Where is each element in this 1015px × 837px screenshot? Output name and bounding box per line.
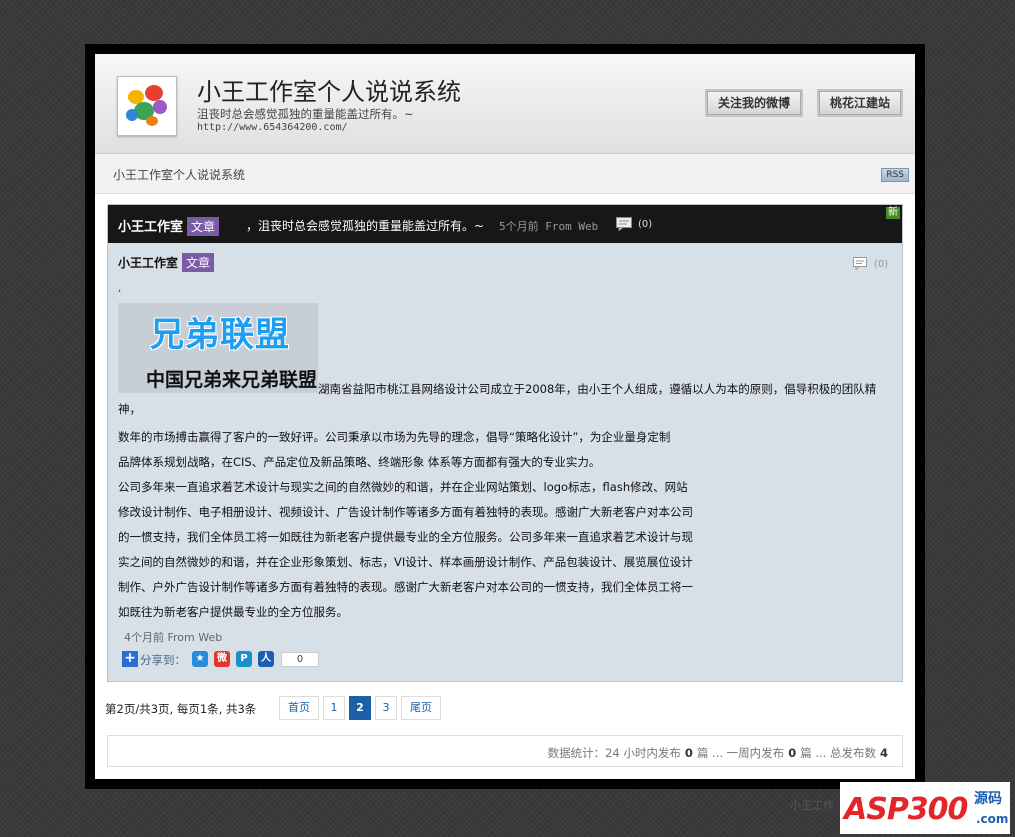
post-tag[interactable]: 文章 <box>187 217 220 236</box>
site-url[interactable]: http://www.654364200.com/ <box>197 122 348 133</box>
post-line: 品牌体系规划战略，在CIS、产品定位及新品策略、终端形象 体系等方面都有强大的专… <box>118 455 601 469</box>
comment-count[interactable]: (0) <box>638 219 652 230</box>
post-line: 如既往为新老客户提供最专业的全方位服务。 <box>118 605 348 619</box>
post-line: 制作、户外广告设计制作等诸多方面有着独特的表现。感谢广大新老客户对本公司的一惯支… <box>118 580 693 594</box>
footer-text: 小王工作 <box>790 799 834 812</box>
body-comment-count[interactable]: (0) <box>874 259 888 270</box>
site-header: 小王工作室个人说说系统 沮丧时总会感觉孤独的重量能盖过所有。~ http://w… <box>95 54 915 154</box>
page-button-2[interactable]: 2 <box>349 696 371 720</box>
body-tag[interactable]: 文章 <box>182 253 215 272</box>
stats-week-count: 0 <box>788 746 797 760</box>
tencent-weibo-icon[interactable]: P <box>236 651 252 667</box>
follow-weibo-button[interactable]: 关注我的微博 <box>707 91 802 115</box>
watermark-main: ASP300 <box>844 792 968 827</box>
last-page-button[interactable]: 尾页 <box>401 696 441 720</box>
page-frame: 小王工作室个人说说系统 沮丧时总会感觉孤独的重量能盖过所有。~ http://w… <box>85 44 925 789</box>
post-author-name[interactable]: 小王工作室 <box>118 220 183 235</box>
stats-total: 4 <box>879 746 888 760</box>
post-meta: 4个月前 From Web <box>124 631 223 644</box>
flower-logo-icon <box>118 77 176 135</box>
post-line: 公司多年来一直追求着艺术设计与现实之间的自然微妙的和谐，并在企业网站策划、log… <box>118 480 688 494</box>
site-description: 沮丧时总会感觉孤独的重量能盖过所有。~ <box>197 107 414 121</box>
body-author-name[interactable]: 小王工作室 <box>118 256 178 270</box>
taohuajiang-site-button[interactable]: 桃花江建站 <box>819 91 902 115</box>
post-line: 数年的市场搏击赢得了客户的一致好评。公司秉承以市场为先导的理念，倡导“策略化设计… <box>118 430 671 444</box>
comment-icon[interactable] <box>616 217 632 231</box>
share-count: 0 <box>281 652 319 667</box>
page-button-3[interactable]: 3 <box>375 696 397 720</box>
post-line: 的一惯支持，我们全体员工将一如既往为新老客户提供最专业的全方位服务。公司多年来一… <box>118 530 693 544</box>
watermark-side: 源码 <box>974 791 1002 807</box>
stats-day-count: 0 <box>684 746 693 760</box>
first-page-button[interactable]: 首页 <box>279 696 319 720</box>
new-badge: 新 <box>886 207 900 219</box>
post-paragraph: 湖南省益阳市桃江县网络设计公司成立于2008年，由小王个人组成，遵循以人为本的原… <box>118 382 877 416</box>
post-header: 小王工作室 文章 ，沮丧时总会感觉孤独的重量能盖过所有。~ 5个月前 From W… <box>108 205 902 243</box>
renren-icon[interactable]: 人 <box>258 651 274 667</box>
breadcrumb[interactable]: 小王工作室个人说说系统 <box>113 166 245 183</box>
qzone-icon[interactable]: ★ <box>192 651 208 667</box>
sub-bar: 小王工作室个人说说系统 RSS <box>95 154 915 194</box>
post-summary: ，沮丧时总会感觉孤独的重量能盖过所有。~ <box>246 219 485 233</box>
site-logo[interactable] <box>117 76 177 136</box>
watermark-logo: ASP300 源码 .com <box>840 782 1010 834</box>
stats-label: 数据统计：24 小时内发布 <box>547 746 681 760</box>
banner-title: 兄弟联盟 <box>150 315 290 355</box>
post-line: 实之间的自然微妙的和谐，并在企业形象策划、标志，VI设计、样本画册设计制作、产品… <box>118 555 693 569</box>
body-author[interactable]: 小王工作室 文章 <box>118 253 215 272</box>
body-dot: , <box>118 283 122 294</box>
watermark-domain: .com <box>976 812 1009 826</box>
post-author[interactable]: 小王工作室 文章 <box>118 216 220 236</box>
body-comment-icon[interactable] <box>853 257 867 270</box>
rss-button[interactable]: RSS <box>881 168 909 182</box>
post-card: 小王工作室 文章 ，沮丧时总会感觉孤独的重量能盖过所有。~ 5个月前 From W… <box>107 204 903 682</box>
page: 小王工作室个人说说系统 沮丧时总会感觉孤独的重量能盖过所有。~ http://w… <box>95 54 915 779</box>
stats-sep-week: 篇 ... 一周内发布 <box>696 746 785 760</box>
weibo-icon[interactable]: 微 <box>214 651 230 667</box>
post-time-source: 5个月前 From Web <box>499 220 599 233</box>
post-line: 修改设计制作、电子相册设计、视频设计、广告设计制作等诸多方面有着独特的表现。感谢… <box>118 505 693 519</box>
site-title: 小王工作室个人说说系统 <box>197 78 461 106</box>
stats-bar: 数据统计：24 小时内发布 0 篇 ... 一周内发布 0 篇 ... 总发布数 4 <box>107 735 903 767</box>
stats-line: 数据统计：24 小时内发布 0 篇 ... 一周内发布 0 篇 ... 总发布数 4 <box>548 745 892 761</box>
stats-sep-total: 篇 ... 总发布数 <box>800 746 876 760</box>
page-button-1[interactable]: 1 <box>323 696 345 720</box>
share-label: 分享到： <box>140 653 186 667</box>
share-plus-icon[interactable]: + <box>122 651 138 667</box>
pagination-info: 第2页/共3页, 每页1条, 共3条 <box>105 702 257 716</box>
